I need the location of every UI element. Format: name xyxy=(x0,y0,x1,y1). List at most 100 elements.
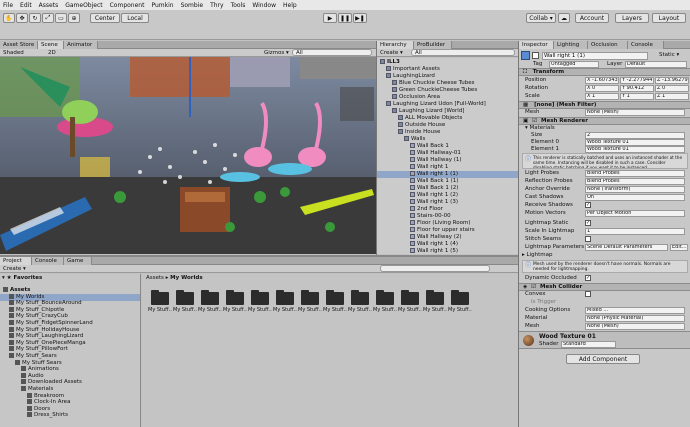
collider-material-field[interactable]: None (Physic Material) xyxy=(585,315,685,322)
pause-button[interactable]: ❚❚ xyxy=(338,13,352,23)
folder-icon[interactable] xyxy=(376,290,394,305)
hierarchy-item[interactable]: Wall right 1 (5) xyxy=(377,248,518,254)
hierarchy-item[interactable]: Stairs-00-00 xyxy=(377,213,518,220)
scale-y-field[interactable]: Y 1 xyxy=(620,93,654,100)
tab-occlusion[interactable]: Occlusion xyxy=(588,41,628,49)
hierarchy-item[interactable]: Wall Hallway-01 xyxy=(377,150,518,157)
motion-vectors-dropdown[interactable]: Per Object Motion xyxy=(585,210,685,217)
mesh-renderer-header[interactable]: ▣ ☑ Mesh Renderer xyxy=(519,117,690,125)
menu-item[interactable]: Window xyxy=(252,2,276,9)
hierarchy-item[interactable]: Wall right 1 (3) xyxy=(377,199,518,206)
folder-icon[interactable] xyxy=(151,290,169,305)
menu-item[interactable]: Pumkin xyxy=(151,2,173,9)
hierarchy-item[interactable]: Inside House xyxy=(377,129,518,136)
folder-label[interactable]: My Stuff... xyxy=(148,307,172,313)
active-checkbox[interactable] xyxy=(532,52,539,59)
tab-animator[interactable]: Animator xyxy=(64,41,98,49)
hierarchy-item[interactable]: Walls xyxy=(377,136,518,143)
project-search-input[interactable] xyxy=(380,265,490,272)
lightmap-static-checkbox[interactable]: ✓ xyxy=(585,220,591,226)
folder-label[interactable]: My Stuff... xyxy=(323,307,347,313)
mesh-filter-mesh-field[interactable]: None (Mesh) xyxy=(585,109,685,116)
hierarchy-item[interactable]: Wall Hallway (2) xyxy=(377,234,518,241)
play-button[interactable]: ▶ xyxy=(323,13,337,23)
tab-console[interactable]: Console xyxy=(628,41,664,49)
menu-item[interactable]: Thry xyxy=(210,2,224,9)
step-button[interactable]: ▶❚ xyxy=(353,13,367,23)
folder-label[interactable]: My Stuff... xyxy=(198,307,222,313)
mesh-collider-header[interactable]: ◈ ☑ Mesh Collider xyxy=(519,283,690,291)
rotate-tool-icon[interactable]: ↻ xyxy=(29,13,41,23)
rotation-x-field[interactable]: X 0 xyxy=(585,85,619,92)
element0-field[interactable]: Wood Texture 01 xyxy=(585,139,685,146)
reflection-probes-dropdown[interactable]: Blend Probes xyxy=(585,178,685,185)
cooking-options-dropdown[interactable]: Mixed ... xyxy=(585,307,685,314)
dynamic-occluded-checkbox[interactable]: ✓ xyxy=(585,275,591,281)
scene-search-input[interactable]: All xyxy=(292,49,372,56)
folder-icon[interactable] xyxy=(276,290,294,305)
menu-item[interactable]: Assets xyxy=(39,2,59,9)
tab-inspector[interactable]: Inspector xyxy=(519,41,554,49)
favorites-header[interactable]: ▾ ★ Favorites xyxy=(2,275,42,282)
lightmap-parameters-dropdown[interactable]: Scene Default Parameters xyxy=(585,244,668,251)
hierarchy-item[interactable]: Wall Back 1 xyxy=(377,143,518,150)
tab-game[interactable]: Game xyxy=(64,257,92,265)
convex-checkbox[interactable] xyxy=(585,291,591,297)
hierarchy-item[interactable]: LaughingLizard xyxy=(377,73,518,80)
anchor-override-field[interactable]: None (Transform) xyxy=(585,186,685,193)
folder-icon[interactable] xyxy=(176,290,194,305)
hierarchy-item[interactable]: ILL3 xyxy=(377,59,518,66)
cloud-icon[interactable]: ☁ xyxy=(558,13,570,23)
shading-dropdown[interactable]: Shaded xyxy=(3,50,24,56)
folder-icon[interactable] xyxy=(351,290,369,305)
hierarchy-item[interactable]: Wall right 1 (1) xyxy=(377,171,518,178)
hierarchy-item[interactable]: Important Assets xyxy=(377,66,518,73)
folder-icon[interactable] xyxy=(251,290,269,305)
menu-item[interactable]: Tools xyxy=(231,2,246,9)
object-name-input[interactable]: Wall right 1 (1) xyxy=(542,52,648,60)
scale-z-field[interactable]: Z 1 xyxy=(655,93,689,100)
lightmap-foldout[interactable]: ▸ Lightmap xyxy=(522,252,552,259)
hierarchy-item[interactable]: Outside House xyxy=(377,122,518,129)
folder-icon[interactable] xyxy=(451,290,469,305)
folder-label[interactable]: My Stuff... xyxy=(173,307,197,313)
folder-label[interactable]: My Stuff... xyxy=(448,307,472,313)
hierarchy-item[interactable]: Floor (Living Room) xyxy=(377,220,518,227)
folder-label[interactable]: My Stuff... xyxy=(248,307,272,313)
menu-item[interactable]: Component xyxy=(110,2,145,9)
hierarchy-item[interactable]: Wall Back 1 (2) xyxy=(377,185,518,192)
materials-size-field[interactable]: 2 xyxy=(585,132,685,139)
pivot-toggle[interactable]: Center xyxy=(90,13,120,23)
breadcrumb-my-worlds[interactable]: My Worlds xyxy=(170,275,202,281)
project-create-button[interactable]: Create ▾ xyxy=(3,266,26,272)
add-component-button[interactable]: Add Component xyxy=(566,354,640,364)
rect-tool-icon[interactable]: ▭ xyxy=(55,13,67,23)
move-tool-icon[interactable]: ✥ xyxy=(16,13,28,23)
scene-view[interactable] xyxy=(0,57,376,254)
folder-icon[interactable] xyxy=(201,290,219,305)
hierarchy-item[interactable]: 2nd Floor xyxy=(377,206,518,213)
folder-label[interactable]: My Stuff... xyxy=(273,307,297,313)
light-probes-dropdown[interactable]: Blend Probes xyxy=(585,170,685,177)
menu-item[interactable]: GameObject xyxy=(65,2,102,9)
shader-dropdown[interactable]: Standard xyxy=(561,341,616,348)
account-dropdown[interactable]: Account xyxy=(575,13,609,23)
collab-dropdown[interactable]: Collab ▾ xyxy=(526,13,556,23)
2d-toggle[interactable]: 2D xyxy=(48,50,56,56)
hierarchy-search-input[interactable]: All xyxy=(411,49,515,56)
scale-x-field[interactable]: X 1 xyxy=(585,93,619,100)
transform-tool-icon[interactable]: ⊕ xyxy=(68,13,80,23)
mesh-renderer-enabled-checkbox[interactable]: ☑ xyxy=(532,118,537,124)
folder-label[interactable]: My Stuff... xyxy=(223,307,247,313)
hierarchy-item[interactable]: Wall right 1 (2) xyxy=(377,192,518,199)
rotation-z-field[interactable]: Z 0 xyxy=(655,85,689,92)
cast-shadows-dropdown[interactable]: On xyxy=(585,194,685,201)
rotation-y-field[interactable]: Y 90.412 xyxy=(620,85,654,92)
menu-item[interactable]: File xyxy=(3,2,13,9)
position-y-field[interactable]: Y -2.277944 xyxy=(620,77,654,84)
folder-label[interactable]: My Stuff... xyxy=(398,307,422,313)
folder-label[interactable]: My Stuff... xyxy=(348,307,372,313)
hierarchy-create-button[interactable]: Create ▾ xyxy=(380,50,403,56)
hierarchy-item[interactable]: Green ChuckieCheese Tubes xyxy=(377,87,518,94)
mesh-collider-enabled-checkbox[interactable]: ☑ xyxy=(531,284,536,290)
